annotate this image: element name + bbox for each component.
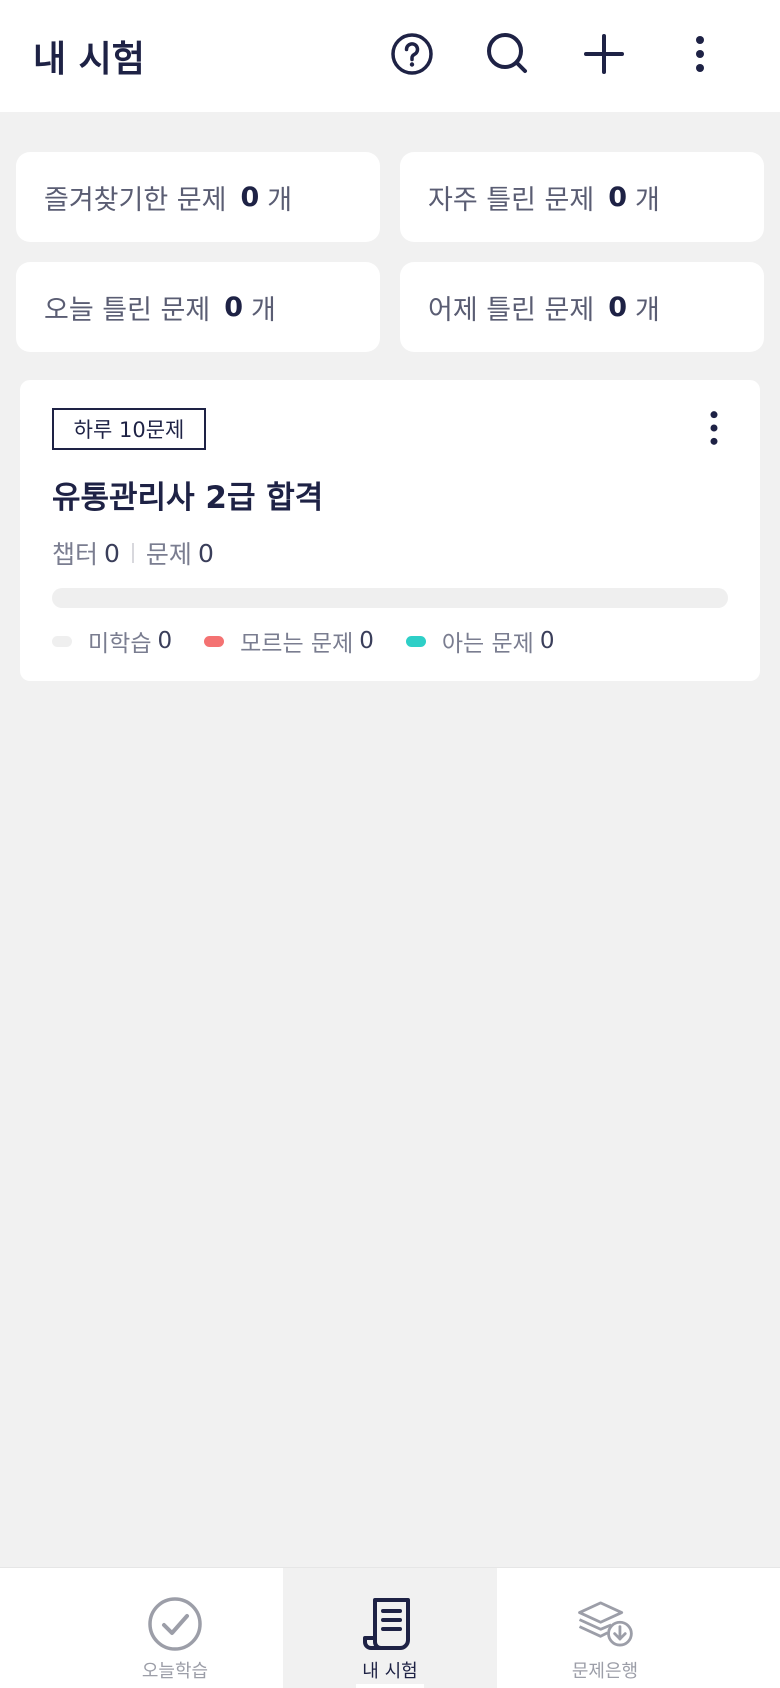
layers-download-icon bbox=[578, 1601, 633, 1647]
exam-menu-button[interactable] bbox=[692, 406, 736, 450]
nav-my-exams[interactable]: 내 시험 bbox=[283, 1568, 497, 1688]
legend-label: 미학습 bbox=[88, 631, 152, 657]
nav-question-bank[interactable]: 문제은행 bbox=[498, 1568, 712, 1688]
stat-label: 즐겨찾기한 문제 bbox=[44, 184, 227, 216]
legend-label: 모르는 문제 bbox=[240, 631, 354, 657]
question-label: 문제 bbox=[145, 540, 192, 569]
today-wrong-card[interactable]: 오늘 틀린 문제 0 개 bbox=[16, 262, 380, 352]
add-exam-button[interactable] bbox=[576, 26, 632, 82]
page-title: 내 시험 bbox=[33, 39, 145, 80]
help-button[interactable] bbox=[384, 26, 440, 82]
stat-unit: 개 bbox=[267, 184, 293, 216]
more-vert-icon bbox=[696, 36, 704, 72]
legend-count: 0 bbox=[359, 628, 374, 654]
nav-label: 문제은행 bbox=[571, 1661, 639, 1682]
more-vert-icon bbox=[710, 411, 718, 445]
legend-count: 0 bbox=[539, 628, 555, 654]
favorites-card[interactable]: 즐겨찾기한 문제 0 개 bbox=[16, 152, 380, 242]
legend-known: 아는 문제 0 bbox=[405, 624, 555, 658]
legend-label: 아는 문제 bbox=[441, 631, 534, 657]
meta-divider bbox=[131, 543, 134, 563]
progress-bar bbox=[52, 588, 728, 608]
chapter-label: 챕터 bbox=[52, 540, 99, 569]
search-icon bbox=[487, 33, 527, 73]
active-indicator bbox=[356, 1684, 424, 1688]
progress-legend: 미학습 0 모르는 문제 0 아는 문제 0 bbox=[52, 624, 586, 658]
more-options-button[interactable] bbox=[672, 26, 728, 82]
app-header: 내 시험 bbox=[0, 0, 780, 112]
document-scroll-icon bbox=[363, 1598, 410, 1650]
stat-unit: 개 bbox=[635, 184, 660, 216]
stat-unit: 개 bbox=[635, 294, 660, 326]
stat-count: 0 bbox=[224, 291, 244, 323]
legend-count: 0 bbox=[157, 628, 173, 654]
stat-count: 0 bbox=[240, 181, 260, 213]
legend-dot bbox=[52, 635, 72, 647]
legend-unstudied: 미학습 0 bbox=[52, 624, 172, 658]
question-count: 0 bbox=[197, 538, 214, 568]
legend-unknown: 모르는 문제 0 bbox=[204, 624, 374, 658]
nav-label: 내 시험 bbox=[362, 1661, 418, 1682]
exam-meta: 챕터 0 문제 0 bbox=[52, 535, 214, 571]
stat-label: 오늘 틀린 문제 bbox=[44, 294, 211, 326]
frequent-wrong-card[interactable]: 자주 틀린 문제 0 개 bbox=[400, 152, 764, 242]
exam-card[interactable]: 하루 10문제 유통관리사 2급 합격 챕터 0 문제 0 미학습 0 모르는 … bbox=[20, 380, 760, 681]
daily-goal-badge: 하루 10문제 bbox=[52, 408, 206, 450]
nav-today-study[interactable]: 오늘학습 bbox=[68, 1568, 282, 1688]
stat-label: 자주 틀린 문제 bbox=[428, 184, 595, 216]
plus-icon bbox=[584, 34, 624, 74]
bottom-nav: 오늘학습 내 시험 문제은행 bbox=[0, 1567, 780, 1688]
legend-dot bbox=[405, 635, 426, 647]
stat-unit: 개 bbox=[251, 294, 276, 326]
exam-title: 유통관리사 2급 합격 bbox=[52, 480, 324, 516]
stat-count: 0 bbox=[608, 291, 628, 323]
stat-count: 0 bbox=[608, 181, 628, 213]
help-icon bbox=[391, 33, 433, 75]
yesterday-wrong-card[interactable]: 어제 틀린 문제 0 개 bbox=[400, 262, 764, 352]
legend-dot bbox=[204, 635, 225, 647]
nav-label: 오늘학습 bbox=[141, 1661, 209, 1682]
chapter-count: 0 bbox=[104, 538, 120, 568]
check-circle-icon bbox=[148, 1597, 202, 1651]
search-button[interactable] bbox=[480, 26, 536, 82]
stat-label: 어제 틀린 문제 bbox=[428, 294, 595, 326]
